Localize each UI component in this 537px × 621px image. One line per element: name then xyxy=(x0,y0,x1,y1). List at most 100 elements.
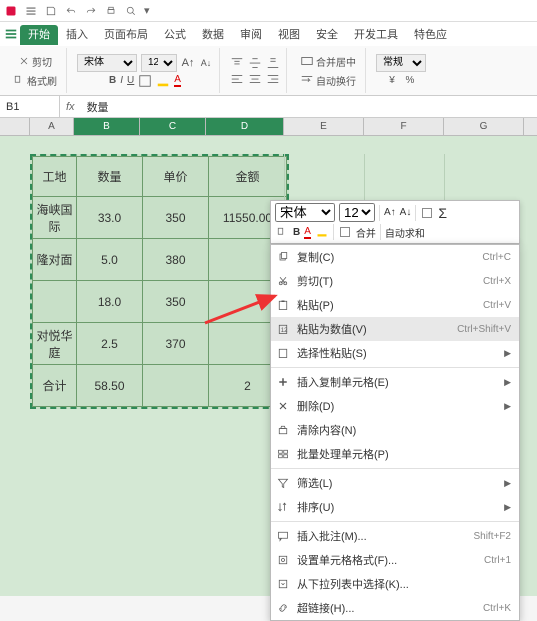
col-header-C[interactable]: C xyxy=(140,118,206,135)
cell[interactable]: 58.50 xyxy=(77,365,143,407)
tab-4[interactable]: 数据 xyxy=(194,25,232,45)
tab-8[interactable]: 开发工具 xyxy=(346,25,406,45)
name-box[interactable]: B1 xyxy=(0,96,60,117)
menu-label: 插入复制单元格(E) xyxy=(297,374,389,390)
menu-item-insert[interactable]: 插入复制单元格(E)▶ xyxy=(271,370,519,394)
cell[interactable] xyxy=(33,281,77,323)
merge-center-button[interactable]: 合并居中 xyxy=(297,53,359,70)
font-name-select[interactable]: 宋体 xyxy=(77,54,137,72)
col-header-E[interactable]: E xyxy=(284,118,364,135)
cell[interactable]: 33.0 xyxy=(77,197,143,239)
preview-icon[interactable] xyxy=(124,4,138,18)
menu-item-paste-special[interactable]: 选择性粘贴(S)▶ xyxy=(271,341,519,365)
col-header-G[interactable]: G xyxy=(444,118,524,135)
decrease-font-icon[interactable]: A↓ xyxy=(199,56,213,70)
mini-format-painter-icon[interactable] xyxy=(275,225,289,239)
cut-button[interactable]: 剪切 xyxy=(15,53,55,70)
menu-icon[interactable] xyxy=(24,4,38,18)
cell[interactable] xyxy=(143,365,209,407)
font-size-select[interactable]: 12 xyxy=(141,54,177,72)
select-all-corner[interactable] xyxy=(0,118,30,135)
mini-autosum-label[interactable]: 自动求和 xyxy=(385,225,425,240)
cell[interactable]: 350 xyxy=(143,281,209,323)
tab-3[interactable]: 公式 xyxy=(156,25,194,45)
underline-button[interactable]: U xyxy=(127,75,134,86)
increase-font-icon[interactable]: A↑ xyxy=(181,56,195,70)
mini-font-color-button[interactable]: A xyxy=(304,226,311,239)
menu-item-format[interactable]: 设置单元格格式(F)...Ctrl+1 xyxy=(271,548,519,572)
menu-item-paste-val[interactable]: 12粘贴为数值(V)Ctrl+Shift+V xyxy=(271,317,519,341)
font-color-button[interactable]: A xyxy=(174,74,181,87)
wrap-text-button[interactable]: 自动换行 xyxy=(297,72,359,89)
align-top-icon[interactable] xyxy=(230,56,244,70)
context-menu: 复制(C)Ctrl+C剪切(T)Ctrl+X粘贴(P)Ctrl+V 12 粘贴为数值… xyxy=(270,244,520,621)
format-icon xyxy=(277,554,289,566)
menu-item-copy[interactable]: 复制(C)Ctrl+C xyxy=(271,245,519,269)
formula-input[interactable]: 数量 xyxy=(81,99,537,115)
undo-icon[interactable] xyxy=(64,4,78,18)
paste-val-icon: 12 xyxy=(277,323,289,335)
menu-item-comment[interactable]: 插入批注(M)...Shift+F2 xyxy=(271,524,519,548)
cell[interactable]: 380 xyxy=(143,239,209,281)
print-icon[interactable] xyxy=(104,4,118,18)
cell[interactable]: 2.5 xyxy=(77,323,143,365)
cell[interactable]: 5.0 xyxy=(77,239,143,281)
col-header-B[interactable]: B xyxy=(74,118,140,135)
mini-bold-button[interactable]: B xyxy=(293,227,300,238)
mini-border-icon[interactable] xyxy=(420,206,434,220)
tab-6[interactable]: 视图 xyxy=(270,25,308,45)
menu-item-sort[interactable]: 排序(U)▶ xyxy=(271,495,519,519)
cell[interactable]: 合计 xyxy=(33,365,77,407)
align-bottom-icon[interactable] xyxy=(266,56,280,70)
col-header-D[interactable]: D xyxy=(206,118,284,135)
menu-item-clear[interactable]: 清除内容(N) xyxy=(271,418,519,442)
redo-icon[interactable] xyxy=(84,4,98,18)
col-header-A[interactable]: A xyxy=(30,118,74,135)
mini-autosum-button[interactable]: Σ xyxy=(438,205,447,221)
fill-color-icon[interactable] xyxy=(156,74,170,88)
currency-icon[interactable]: ¥ xyxy=(385,74,399,88)
save-icon[interactable] xyxy=(44,4,58,18)
align-right-icon[interactable] xyxy=(266,72,280,86)
cell[interactable]: 18.0 xyxy=(77,281,143,323)
mini-border2-icon[interactable] xyxy=(338,225,352,239)
tab-7[interactable]: 安全 xyxy=(308,25,346,45)
cell[interactable]: 对悦华庭 xyxy=(33,323,77,365)
italic-button[interactable]: I xyxy=(120,75,123,86)
border-icon[interactable] xyxy=(138,74,152,88)
menu-item-dropdown[interactable]: 从下拉列表中选择(K)... xyxy=(271,572,519,596)
number-format-select[interactable]: 常规 xyxy=(376,54,426,72)
cell[interactable]: 海峡国际 xyxy=(33,197,77,239)
bold-button[interactable]: B xyxy=(109,75,116,86)
mini-decrease-font-icon[interactable]: A↓ xyxy=(400,207,412,218)
menu-item-link[interactable]: 超链接(H)...Ctrl+K xyxy=(271,596,519,620)
align-middle-icon[interactable] xyxy=(248,56,262,70)
tab-9[interactable]: 特色应 xyxy=(406,25,455,45)
cell[interactable]: 350 xyxy=(143,197,209,239)
mini-font-select[interactable]: 宋体 xyxy=(275,203,335,222)
mini-fill-icon[interactable] xyxy=(315,225,329,239)
menu-item-filter[interactable]: 筛选(L)▶ xyxy=(271,471,519,495)
cell[interactable]: 隆对面 xyxy=(33,239,77,281)
percent-icon[interactable]: % xyxy=(403,74,417,88)
more-icon[interactable]: ▾ xyxy=(144,4,150,17)
align-center-icon[interactable] xyxy=(248,72,262,86)
menu-item-delete[interactable]: 删除(D)▶ xyxy=(271,394,519,418)
menu-item-batch[interactable]: 批量处理单元格(P) xyxy=(271,442,519,466)
tab-1[interactable]: 插入 xyxy=(58,25,96,45)
menu-label: 粘贴为数值(V) xyxy=(297,321,367,337)
mini-merge-button[interactable]: 合并 xyxy=(356,225,376,240)
fx-icon[interactable]: fx xyxy=(60,101,81,113)
tab-0[interactable]: 开始 xyxy=(20,25,58,45)
tab-2[interactable]: 页面布局 xyxy=(96,25,156,45)
align-left-icon[interactable] xyxy=(230,72,244,86)
mini-increase-font-icon[interactable]: A↑ xyxy=(384,207,396,218)
menu-item-paste[interactable]: 粘贴(P)Ctrl+V xyxy=(271,293,519,317)
mini-size-select[interactable]: 12 xyxy=(339,203,375,222)
tab-5[interactable]: 审阅 xyxy=(232,25,270,45)
cell[interactable]: 370 xyxy=(143,323,209,365)
file-menu-icon[interactable] xyxy=(4,27,18,41)
format-painter-button[interactable]: 格式刷 xyxy=(10,72,60,89)
menu-item-cut[interactable]: 剪切(T)Ctrl+X xyxy=(271,269,519,293)
col-header-F[interactable]: F xyxy=(364,118,444,135)
